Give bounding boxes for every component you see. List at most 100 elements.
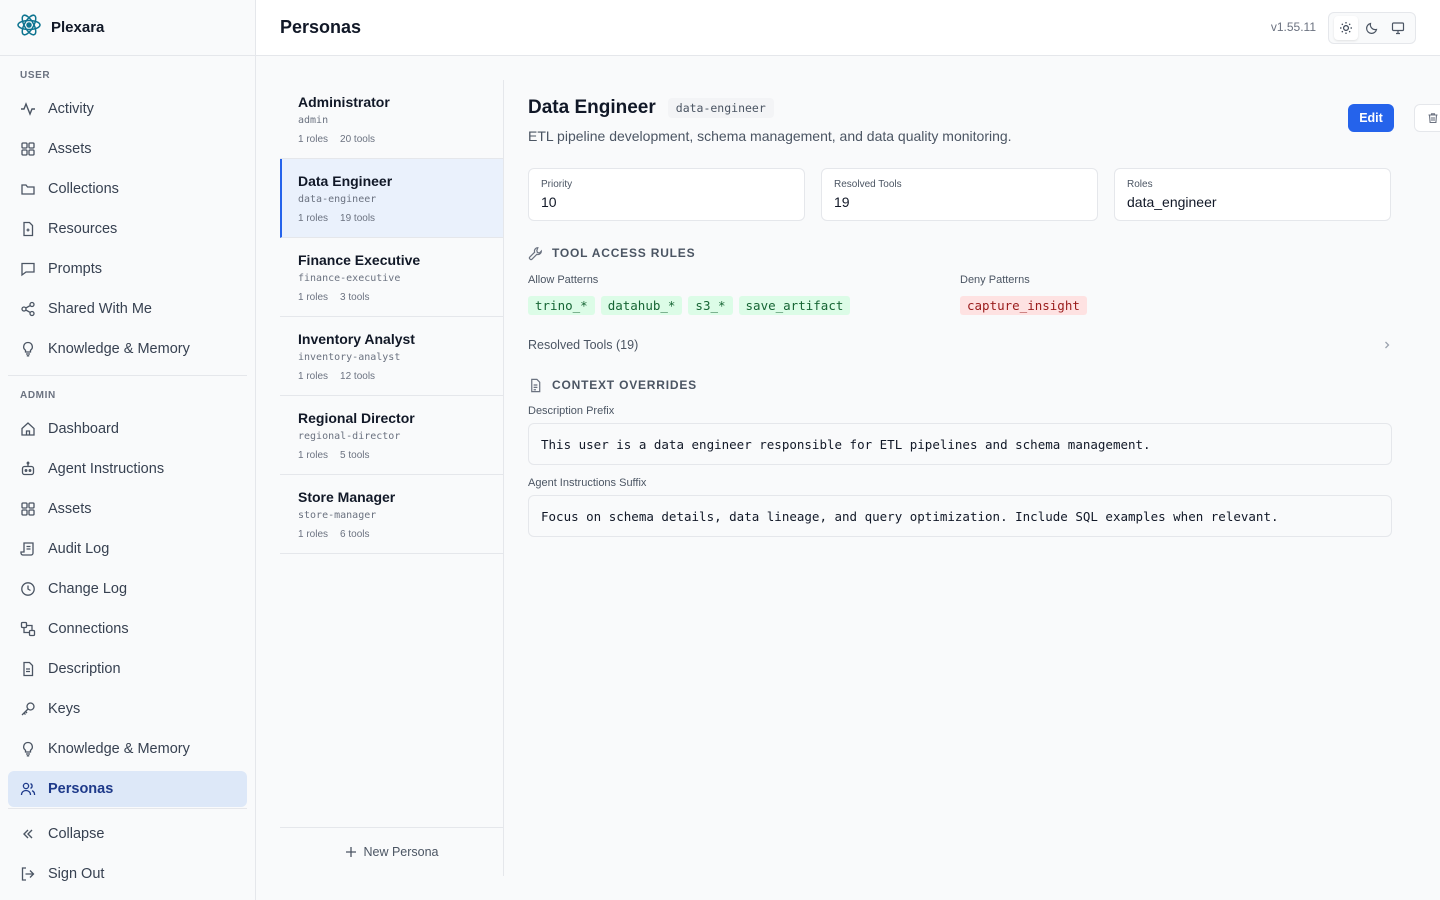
sidebar-item-knowledge-memory[interactable]: Knowledge & Memory xyxy=(8,331,247,367)
document-icon xyxy=(531,378,541,392)
sidebar-item-description[interactable]: Description xyxy=(8,651,247,687)
deny-patterns-label: Deny Patterns xyxy=(960,274,1030,286)
persona-item-store-manager[interactable]: Store Manager store-manager 1 roles 6 too… xyxy=(280,475,503,554)
sidebar-item-personas[interactable]: Personas xyxy=(8,771,247,807)
lightbulb-icon xyxy=(23,741,33,757)
persona-tools: 5 tools xyxy=(340,450,370,461)
allow-patterns-label: Allow Patterns xyxy=(528,274,599,286)
stat-card-priority: Priority 10 xyxy=(528,168,805,221)
sidebar-item-change-log[interactable]: Change Log xyxy=(8,571,247,607)
delete-button[interactable] xyxy=(1414,104,1440,132)
allow-chip: s3_* xyxy=(688,296,733,315)
system-theme-button[interactable] xyxy=(1386,16,1410,40)
context-overrides-heading: CONTEXT OVERRIDES xyxy=(528,377,1392,393)
sidebar-item-activity[interactable]: Activity xyxy=(8,91,247,127)
sidebar-item-label: Connections xyxy=(48,621,129,637)
sidebar-item-admin-assets[interactable]: Assets xyxy=(8,491,247,527)
sidebar-item-collections[interactable]: Collections xyxy=(8,171,247,207)
persona-name: Administrator xyxy=(298,94,390,110)
grid-icon xyxy=(21,502,35,516)
sign-out-icon xyxy=(21,867,35,881)
sidebar-item-label: Dashboard xyxy=(48,421,119,437)
collapse-label: Collapse xyxy=(48,826,105,842)
section-title: TOOL ACCESS RULES xyxy=(552,246,696,260)
description-prefix-label: Description Prefix xyxy=(528,405,615,417)
sidebar-item-label: Knowledge & Memory xyxy=(48,341,190,357)
persona-roles: 1 roles xyxy=(298,371,329,382)
sidebar-item-admin-knowledge-memory[interactable]: Knowledge & Memory xyxy=(8,731,247,767)
persona-name: Finance Executive xyxy=(298,252,421,268)
collapse-button[interactable]: Collapse xyxy=(8,816,247,852)
stat-value: 19 xyxy=(834,194,850,210)
lightbulb-icon xyxy=(23,341,33,357)
allow-chip: save_artifact xyxy=(738,296,851,315)
persona-slug: regional-director xyxy=(298,431,401,442)
persona-detail: Data Engineer data-engineer Edit ETL pip… xyxy=(528,80,1440,537)
stat-label: Roles xyxy=(1127,179,1153,190)
sidebar-item-label: Assets xyxy=(48,501,92,517)
sidebar-item-label: Keys xyxy=(48,701,81,717)
sidebar-item-resources[interactable]: Resources xyxy=(8,211,247,247)
bot-icon xyxy=(21,461,35,476)
sidebar-item-shared-with-me[interactable]: Shared With Me xyxy=(8,291,247,327)
light-theme-button[interactable] xyxy=(1334,16,1358,40)
tool-access-rules-heading: TOOL ACCESS RULES xyxy=(528,245,1392,261)
resolved-tools-toggle[interactable]: Resolved Tools (19) xyxy=(528,337,1392,353)
chevron-right-icon xyxy=(1385,341,1390,349)
plus-icon xyxy=(346,847,357,857)
sidebar: Plexara USER Activity Assets Collections… xyxy=(0,0,256,900)
persona-list: Administrator admin 1 roles 20 tools Data… xyxy=(280,80,504,876)
persona-tools: 3 tools xyxy=(340,292,370,303)
sidebar-item-label: Assets xyxy=(48,141,92,157)
clock-icon xyxy=(21,582,35,596)
sign-out-label: Sign Out xyxy=(48,866,105,882)
stat-card-resolved-tools: Resolved Tools 19 xyxy=(821,168,1098,221)
agent-instructions-suffix-value: Focus on schema details, data lineage, a… xyxy=(528,495,1392,537)
sidebar-item-keys[interactable]: Keys xyxy=(8,691,247,727)
sidebar-item-dashboard[interactable]: Dashboard xyxy=(8,411,247,447)
sidebar-item-audit-log[interactable]: Audit Log xyxy=(8,531,247,567)
sidebar-item-label: Description xyxy=(48,661,121,677)
folder-icon xyxy=(21,184,35,195)
sign-out-button[interactable]: Sign Out xyxy=(8,856,247,892)
atom-logo-icon xyxy=(16,12,42,43)
persona-item-admin[interactable]: Administrator admin 1 roles 20 tools xyxy=(280,80,503,159)
theme-switcher xyxy=(1328,12,1416,44)
persona-roles: 1 roles xyxy=(298,134,329,145)
persona-item-finance-executive[interactable]: Finance Executive finance-executive 1 ro… xyxy=(280,238,503,317)
new-persona-button[interactable]: New Persona xyxy=(280,827,504,876)
persona-item-regional-director[interactable]: Regional Director regional-director 1 ro… xyxy=(280,396,503,475)
main-content: Administrator admin 1 roles 20 tools Data… xyxy=(256,56,1440,900)
stat-value: 10 xyxy=(541,194,557,210)
persona-tools: 19 tools xyxy=(340,213,376,224)
connection-icon xyxy=(20,621,36,637)
sidebar-item-prompts[interactable]: Prompts xyxy=(8,251,247,287)
app-name: Plexara xyxy=(51,19,105,36)
dark-theme-button[interactable] xyxy=(1360,16,1384,40)
chevrons-left-icon xyxy=(23,829,33,839)
sun-icon xyxy=(1340,22,1352,34)
sidebar-item-connections[interactable]: Connections xyxy=(8,611,247,647)
persona-item-data-engineer[interactable]: Data Engineer data-engineer 1 roles 19 to… xyxy=(280,159,503,238)
sidebar-item-label: Activity xyxy=(48,101,94,117)
stats-row: Priority 10 Resolved Tools 19 Roles data… xyxy=(528,168,1392,221)
persona-slug: data-engineer xyxy=(298,194,377,205)
persona-slug: admin xyxy=(298,115,329,126)
stat-label: Resolved Tools xyxy=(834,179,902,190)
persona-item-inventory-analyst[interactable]: Inventory Analyst inventory-analyst 1 ro… xyxy=(280,317,503,396)
stat-label: Priority xyxy=(541,179,573,190)
sidebar-item-label: Shared With Me xyxy=(48,301,152,317)
doc-icon xyxy=(23,661,34,677)
sidebar-item-label: Personas xyxy=(48,781,114,797)
sidebar-item-label: Change Log xyxy=(48,581,128,597)
users-icon xyxy=(20,782,36,796)
allow-chip: datahub_* xyxy=(600,296,683,315)
resolved-tools-label: Resolved Tools (19) xyxy=(528,338,639,352)
sidebar-item-assets[interactable]: Assets xyxy=(8,131,247,167)
edit-button[interactable]: Edit xyxy=(1348,104,1394,132)
brand[interactable]: Plexara xyxy=(0,0,255,56)
persona-roles: 1 roles xyxy=(298,529,329,540)
sidebar-item-label: Prompts xyxy=(48,261,102,277)
sidebar-item-agent-instructions[interactable]: Agent Instructions xyxy=(8,451,247,487)
persona-name: Inventory Analyst xyxy=(298,331,415,347)
